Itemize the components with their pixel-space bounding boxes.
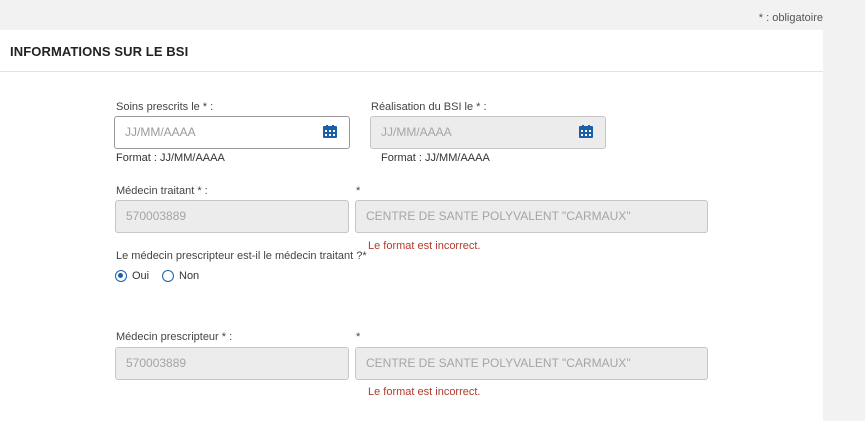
realisation-date-placeholder: JJ/MM/AAAA bbox=[381, 125, 452, 139]
radio-oui[interactable] bbox=[115, 270, 127, 282]
soins-date-input[interactable]: JJ/MM/AAAA bbox=[114, 116, 350, 149]
medecin-traitant-error: Le format est incorrect. bbox=[368, 240, 481, 252]
medecin-prescripteur-name-label: * bbox=[356, 331, 361, 343]
panel-header: INFORMATIONS SUR LE BSI bbox=[0, 30, 823, 72]
medecin-prescripteur-id-field: 570003889 bbox=[115, 347, 349, 380]
medecin-traitant-id-field: 570003889 bbox=[115, 200, 349, 233]
calendar-icon[interactable] bbox=[323, 125, 337, 138]
medecin-prescripteur-error: Le format est incorrect. bbox=[368, 386, 481, 398]
medecin-prescripteur-label: Médecin prescripteur * : bbox=[116, 331, 233, 343]
medecin-traitant-label: Médecin traitant * : bbox=[116, 185, 208, 197]
radio-non-label[interactable]: Non bbox=[179, 270, 199, 282]
calendar-icon bbox=[579, 125, 593, 138]
medecin-traitant-name-field: CENTRE DE SANTE POLYVALENT "CARMAUX" bbox=[355, 200, 708, 233]
required-fields-note: * : obligatoire bbox=[758, 12, 823, 24]
medecin-prescripteur-name-field: CENTRE DE SANTE POLYVALENT "CARMAUX" bbox=[355, 347, 708, 380]
soins-date-label: Soins prescrits le * : bbox=[116, 101, 214, 113]
radio-non[interactable] bbox=[162, 270, 174, 282]
section-title: INFORMATIONS SUR LE BSI bbox=[10, 44, 189, 59]
realisation-format-hint: Format : JJ/MM/AAAA bbox=[381, 152, 490, 164]
prescripteur-question-label: Le médecin prescripteur est-il le médeci… bbox=[116, 250, 367, 262]
realisation-date-label: Réalisation du BSI le * : bbox=[371, 101, 487, 113]
radio-oui-label[interactable]: Oui bbox=[132, 270, 149, 282]
medecin-traitant-name-label: * bbox=[356, 185, 361, 197]
soins-date-placeholder: JJ/MM/AAAA bbox=[125, 125, 196, 139]
realisation-date-input: JJ/MM/AAAA bbox=[370, 116, 606, 149]
soins-format-hint: Format : JJ/MM/AAAA bbox=[116, 152, 225, 164]
